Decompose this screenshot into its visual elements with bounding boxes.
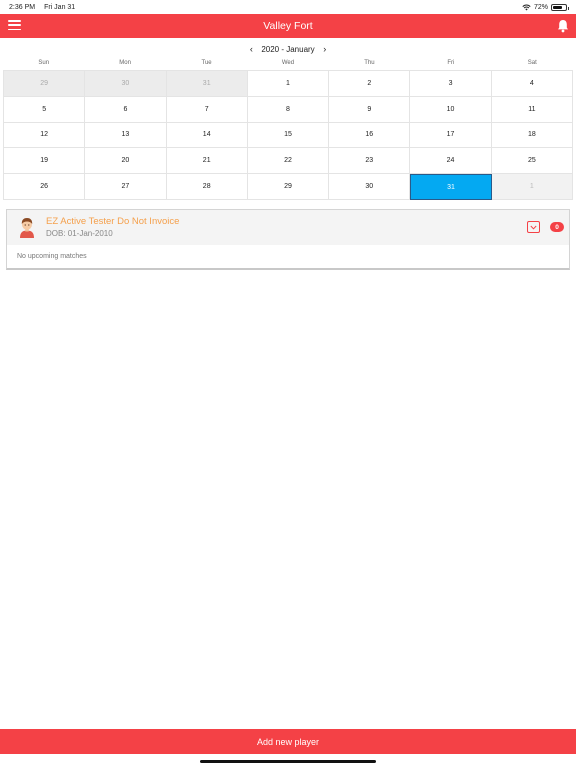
calendar-day[interactable]: 11 <box>491 96 573 123</box>
calendar-day[interactable]: 28 <box>166 174 248 200</box>
calendar-day[interactable]: 23 <box>329 148 411 175</box>
avatar-icon <box>20 218 34 238</box>
weekday-label: Tue <box>201 60 212 66</box>
chevron-right-icon[interactable]: › <box>321 44 329 54</box>
calendar-day[interactable]: 3 <box>410 71 492 97</box>
status-right: 72% <box>522 3 569 11</box>
calendar-day[interactable]: 29 <box>247 174 330 200</box>
status-bar: 2:36 PM Fri Jan 31 72% <box>0 0 576 14</box>
chevron-left-icon[interactable]: ‹ <box>247 44 255 54</box>
home-indicator <box>200 760 376 763</box>
calendar-day[interactable]: 15 <box>247 122 330 149</box>
status-time: 2:36 PM <box>9 3 36 11</box>
month-navigator: ‹ 2020 - January › <box>0 42 576 56</box>
calendar-day[interactable]: 12 <box>4 122 86 149</box>
calendar-day[interactable]: 4 <box>491 71 573 97</box>
calendar-day[interactable]: 16 <box>329 122 411 149</box>
weekday-label: Sun <box>38 60 50 66</box>
calendar-day[interactable]: 7 <box>166 96 248 123</box>
calendar-day[interactable]: 22 <box>247 148 330 175</box>
calendar-day[interactable]: 27 <box>85 174 167 200</box>
calendar-day[interactable]: 18 <box>491 122 573 149</box>
weekday-label: Fri <box>447 60 455 66</box>
battery-icon <box>551 3 569 11</box>
calendar-day[interactable]: 10 <box>410 96 492 123</box>
battery-percent: 72% <box>533 3 548 11</box>
calendar-day[interactable]: 8 <box>247 96 330 123</box>
calendar-day[interactable]: 6 <box>85 96 167 123</box>
bell-icon[interactable] <box>557 19 569 33</box>
page-title: Valley Fort <box>263 20 313 32</box>
app-header: Valley Fort <box>0 14 576 38</box>
calendar-day[interactable]: 2 <box>329 71 411 97</box>
expand-button[interactable] <box>527 221 540 233</box>
calendar-day[interactable]: 31 <box>410 174 492 200</box>
weekday-label: Mon <box>119 60 131 66</box>
calendar-day[interactable]: 1 <box>247 71 330 97</box>
calendar-day[interactable]: 24 <box>410 148 492 175</box>
calendar-day[interactable]: 5 <box>4 96 86 123</box>
wifi-icon <box>522 4 531 10</box>
player-dob: DOB: 01-Jan-2010 <box>46 229 113 238</box>
calendar-day[interactable]: 26 <box>4 174 86 200</box>
calendar-day[interactable]: 13 <box>85 122 167 149</box>
calendar-day[interactable]: 30 <box>85 71 167 97</box>
no-matches-text: No upcoming matches <box>17 253 87 260</box>
match-count-badge: 0 <box>550 222 564 232</box>
calendar-day[interactable]: 14 <box>166 122 248 149</box>
weekday-label: Sat <box>527 60 537 66</box>
month-label: 2020 - January <box>261 44 315 54</box>
hamburger-menu-icon[interactable] <box>8 20 21 31</box>
calendar-day[interactable]: 9 <box>329 96 411 123</box>
calendar-day[interactable]: 25 <box>491 148 573 175</box>
chevron-down-icon <box>530 225 537 230</box>
status-date: Fri Jan 31 <box>44 3 76 11</box>
calendar-day[interactable]: 31 <box>166 71 248 97</box>
weekday-header: Sun Mon Tue Wed Thu Fri Sat <box>3 58 573 69</box>
calendar-day[interactable]: 29 <box>4 71 86 97</box>
add-player-button[interactable]: Add new player <box>0 729 576 754</box>
battery-fill <box>553 5 562 9</box>
weekday-label: Thu <box>364 60 375 66</box>
calendar-day[interactable]: 20 <box>85 148 167 175</box>
player-card-header[interactable]: EZ Active Tester Do Not Invoice DOB: 01-… <box>7 210 569 245</box>
calendar-day[interactable]: 30 <box>329 174 411 200</box>
calendar-grid: 29 30 31 1 2 3 4 5 6 7 8 9 10 11 12 13 14 15 16 17 18 19 20 21 2… <box>3 70 573 200</box>
calendar-day[interactable]: 17 <box>410 122 492 149</box>
calendar-day[interactable]: 19 <box>4 148 86 175</box>
weekday-label: Wed <box>281 60 295 66</box>
calendar-day[interactable]: 21 <box>166 148 248 175</box>
player-card: EZ Active Tester Do Not Invoice DOB: 01-… <box>6 209 570 270</box>
calendar-day[interactable]: 1 <box>491 174 573 200</box>
player-name[interactable]: EZ Active Tester Do Not Invoice <box>46 216 179 227</box>
